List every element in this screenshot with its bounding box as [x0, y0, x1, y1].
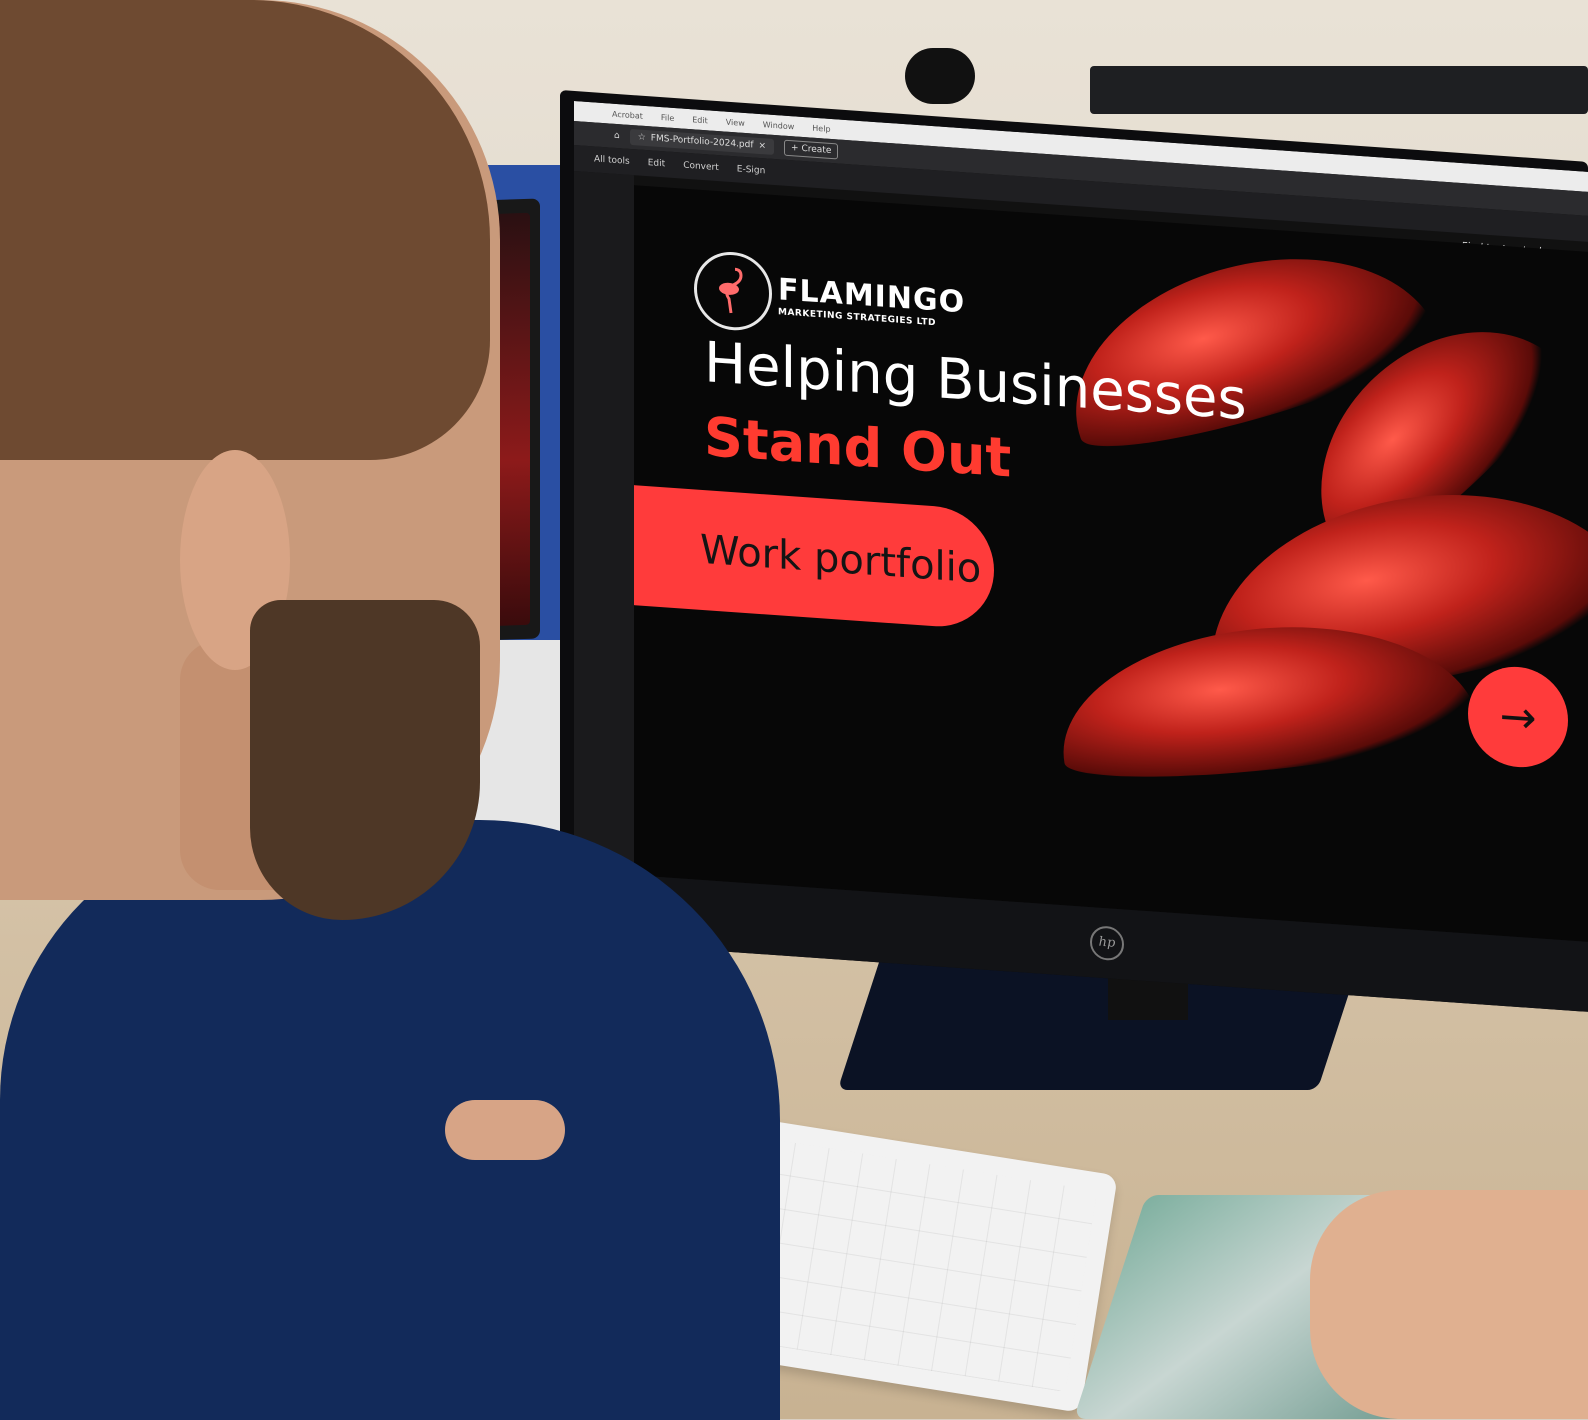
menu-item-app[interactable]: Acrobat: [612, 109, 643, 120]
pdf-slide: FLAMINGO MARKETING STRATEGIES LTD Helpin…: [634, 185, 1588, 942]
person-beard: [250, 600, 480, 920]
arrow-right-icon: →: [1499, 690, 1537, 744]
menu-item-help[interactable]: Help: [812, 123, 830, 133]
monitor-top-device: [1090, 66, 1588, 114]
tool-esign[interactable]: E-Sign: [737, 164, 766, 176]
flamingo-icon: [719, 267, 743, 314]
person-hair: [0, 0, 490, 460]
home-icon[interactable]: ⌂: [614, 131, 620, 141]
tool-all-tools[interactable]: All tools: [594, 154, 630, 166]
monitor: Acrobat File Edit View Window Help ⌂ ☆ F…: [560, 90, 1588, 1012]
monitor-screen: Acrobat File Edit View Window Help ⌂ ☆ F…: [574, 100, 1588, 942]
menu-item-file[interactable]: File: [661, 113, 674, 123]
create-button[interactable]: + Create: [784, 139, 839, 160]
create-button-label: Create: [801, 143, 832, 156]
webcam: [905, 48, 975, 104]
work-portfolio-button[interactable]: Work portfolio: [634, 485, 994, 631]
left-rail: [574, 170, 634, 876]
menu-item-view[interactable]: View: [726, 117, 745, 127]
right-hand: [1310, 1190, 1588, 1419]
next-arrow-button[interactable]: →: [1468, 663, 1568, 771]
tab-title: FMS-Portfolio-2024.pdf: [650, 133, 754, 151]
star-icon[interactable]: ☆: [638, 132, 646, 143]
tool-edit[interactable]: Edit: [648, 158, 665, 169]
slide-subline: Stand Out: [704, 405, 1012, 490]
menu-item-edit[interactable]: Edit: [692, 115, 708, 125]
menu-item-window[interactable]: Window: [763, 120, 795, 131]
left-hand: [445, 1100, 565, 1160]
work-portfolio-label: Work portfolio: [700, 526, 982, 593]
tool-convert[interactable]: Convert: [683, 161, 719, 173]
tab-close-icon[interactable]: ×: [759, 141, 767, 152]
hp-logo: hp: [1090, 925, 1124, 962]
flamingo-logo-circle: [694, 249, 772, 333]
